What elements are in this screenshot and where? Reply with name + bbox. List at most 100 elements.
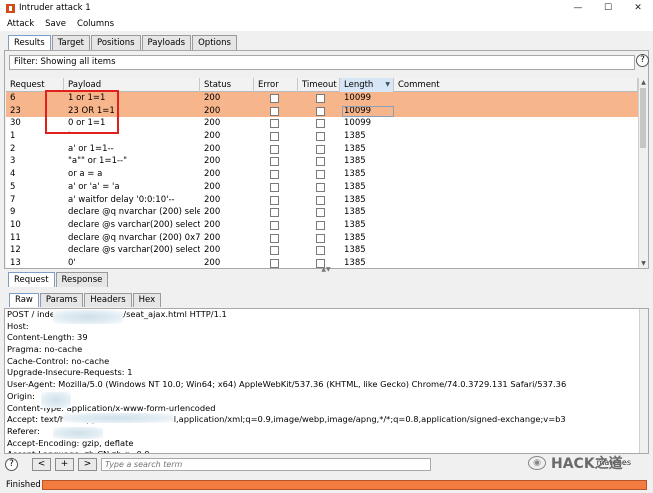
timeout-checkbox[interactable] [316,182,325,192]
help-icon[interactable]: ? [636,54,649,67]
menu-columns[interactable]: Columns [73,19,118,29]
tab-response[interactable]: Response [55,272,109,287]
table-row[interactable]: 10 declare @s varchar(200) select @... 200… [6,219,646,232]
table-row[interactable]: 12 declare @s varchar(200) select @... 200… [6,244,646,257]
window-controls: — ☐ ✕ [563,0,653,16]
timeout-checkbox[interactable] [316,233,325,243]
table-scrollbar[interactable]: ▲ ▼ [638,78,646,268]
error-checkbox[interactable] [270,106,279,116]
error-checkbox[interactable] [270,208,279,218]
cell-length: 1385 [344,181,366,192]
redacted-region [41,392,71,408]
scroll-up-icon[interactable]: ▲ [639,78,646,87]
tab-positions[interactable]: Positions [91,35,141,50]
scroll-thumb[interactable] [640,88,646,148]
search-prev-button[interactable]: < [32,457,51,471]
table-row[interactable]: 2 a' or 1=1-- 200 1385 [6,143,646,156]
close-button[interactable]: ✕ [623,0,653,16]
tab-options[interactable]: Options [192,35,237,50]
status-bar: Finished [0,476,653,493]
col-status[interactable]: Status [200,78,254,92]
maximize-button[interactable]: ☐ [593,0,623,16]
timeout-checkbox[interactable] [316,94,325,103]
tab-params[interactable]: Params [39,293,84,307]
col-error[interactable]: Error [254,78,298,92]
table-row[interactable]: 7 a' waitfor delay '0:0:10'-- 200 1385 [6,194,646,207]
request-scrollbar[interactable] [639,309,648,453]
timeout-checkbox[interactable] [316,246,325,256]
tab-target[interactable]: Target [51,35,90,50]
cell-length: 1385 [344,219,366,230]
redacted-region [53,310,123,324]
cell-length: 1385 [344,232,366,243]
watermark-text: HACK之道 [551,456,623,472]
request-line: Pragma: no-cache [7,344,83,355]
cell-request: 2 [10,143,16,154]
table-row[interactable]: 5 a' or 'a' = 'a 200 1385 [6,181,646,194]
error-checkbox[interactable] [270,220,279,230]
col-comment[interactable]: Comment [394,78,638,92]
table-row[interactable]: 9 declare @q nvarchar (200) select ... 200… [6,206,646,219]
tab-results[interactable]: Results [8,35,51,50]
error-checkbox[interactable] [270,157,279,167]
cell-payload: or a = a [68,169,103,180]
cell-payload: declare @s varchar(200) select @... [68,219,200,230]
cell-length: 1385 [344,194,366,205]
cell-status: 200 [204,156,221,167]
raw-request-editor[interactable]: POST / index.php/Live/index/seat_ajax.ht… [4,308,649,454]
error-checkbox[interactable] [270,144,279,154]
timeout-checkbox[interactable] [316,208,325,218]
error-checkbox[interactable] [270,94,279,103]
cell-length: 1385 [344,257,366,268]
search-next-button[interactable]: > [78,457,97,471]
redacted-region [53,427,103,439]
request-line: Origin: [7,390,35,401]
window-title: Intruder attack 1 [19,3,91,13]
timeout-checkbox[interactable] [316,170,325,180]
cell-request: 11 [10,232,21,243]
tab-request[interactable]: Request [8,272,55,287]
request-line: Content-Length: 39 [7,332,88,343]
error-checkbox[interactable] [270,258,279,268]
menu-bar: Attack Save Columns [0,16,653,31]
burp-app-icon [6,3,15,13]
cell-payload: declare @q nvarchar (200) select ... [68,207,200,218]
minimize-button[interactable]: — [563,0,593,16]
focused-cell-outline [342,105,394,117]
cell-status: 200 [204,169,221,180]
cell-length: 10099 [344,118,372,129]
tab-payloads[interactable]: Payloads [141,35,192,50]
search-input[interactable] [101,457,431,471]
table-row[interactable]: 4 or a = a 200 1385 [6,168,646,181]
filter-bar[interactable]: Filter: Showing all items [9,55,635,70]
search-help-icon[interactable]: ? [5,457,18,471]
timeout-checkbox[interactable] [316,119,325,129]
col-length-label: Length [344,80,374,90]
timeout-checkbox[interactable] [316,132,325,142]
error-checkbox[interactable] [270,246,279,256]
timeout-checkbox[interactable] [316,106,325,116]
cell-status: 200 [204,245,221,256]
timeout-checkbox[interactable] [316,220,325,230]
error-checkbox[interactable] [270,132,279,142]
col-length[interactable]: Length ▼ [340,78,394,92]
table-row[interactable]: 3 "a"" or 1=1--" 200 1385 [6,155,646,168]
menu-save[interactable]: Save [41,19,70,29]
table-row[interactable]: 11 declare @q nvarchar (200) 0x7300... 200… [6,232,646,245]
error-checkbox[interactable] [270,195,279,205]
search-add-button[interactable]: + [55,457,74,471]
timeout-checkbox[interactable] [316,144,325,154]
tab-headers[interactable]: Headers [84,293,132,307]
tab-hex[interactable]: Hex [132,293,162,307]
error-checkbox[interactable] [270,233,279,243]
col-timeout[interactable]: Timeout [298,78,340,92]
error-checkbox[interactable] [270,170,279,180]
tab-raw[interactable]: Raw [9,293,39,307]
menu-attack[interactable]: Attack [3,19,38,29]
timeout-checkbox[interactable] [316,157,325,167]
splitter-handle[interactable]: ▲▼ [320,266,332,273]
error-checkbox[interactable] [270,182,279,192]
scroll-down-icon[interactable]: ▼ [639,259,646,268]
error-checkbox[interactable] [270,119,279,129]
timeout-checkbox[interactable] [316,195,325,205]
